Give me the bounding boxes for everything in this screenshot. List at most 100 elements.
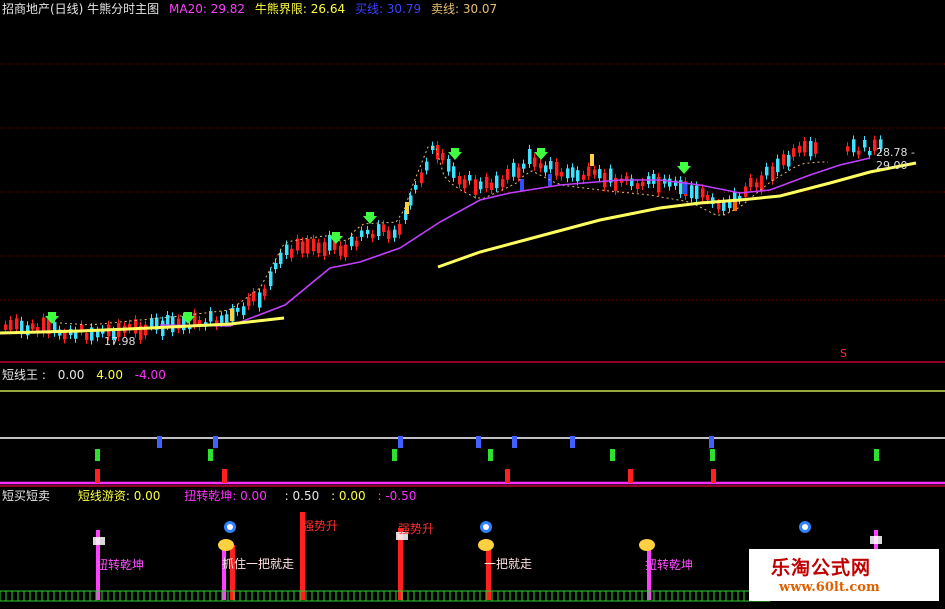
candle-body [258, 292, 262, 308]
candle-body [355, 240, 359, 247]
pane2-blue-mark [157, 436, 162, 448]
candle-body [9, 320, 13, 331]
buy-arrow-icon [677, 162, 691, 174]
watermark-logo: 乐淘公式网 www.60lt.com [749, 549, 939, 601]
candle-body [301, 241, 305, 254]
pane2-value-3: -4.00 [134, 368, 166, 382]
candle-body [809, 140, 813, 157]
candle-body [458, 175, 462, 185]
candle-body [863, 140, 867, 148]
candle-body [63, 332, 67, 340]
candle-body [490, 182, 494, 190]
candle-body [312, 238, 316, 252]
candle-body [463, 179, 467, 189]
pane3-label-1: 短线游资: 0.00 [77, 489, 161, 503]
pane3-value-3: : -0.50 [377, 489, 417, 503]
candle-body [274, 262, 278, 270]
candle-body [522, 163, 526, 169]
pane3-gold-badge [478, 539, 494, 551]
pane2-green-mark [710, 449, 715, 461]
candle-body [798, 145, 802, 153]
candle-body [549, 161, 553, 170]
candle-body [409, 195, 413, 206]
candle-body [393, 229, 397, 238]
high-price-tag: 28.78 - 29.00 [876, 146, 915, 172]
pane3-white-cap [870, 536, 882, 544]
candle-body [387, 230, 391, 240]
candle-body [717, 202, 721, 210]
candle-body [85, 333, 89, 340]
signal-text-6: 一把就走 [484, 557, 533, 571]
pane3-gold-badge [218, 539, 234, 551]
pane2-green-mark [610, 449, 615, 461]
candle-body [323, 242, 327, 257]
candle-body [814, 142, 818, 154]
candle-body [517, 167, 521, 178]
candle-body [269, 271, 273, 287]
candle-body [452, 166, 456, 178]
candle-body [15, 318, 19, 330]
candle-body [360, 230, 364, 237]
pane3-value-2: : 0.00 [331, 489, 366, 503]
buy-arrow-icon [448, 148, 462, 160]
candle-body [339, 245, 343, 256]
pane2-red-mark [628, 469, 633, 483]
candle-body [722, 201, 726, 211]
candlestick-series [4, 135, 883, 345]
pane3-value-1: : 0.50 [284, 489, 320, 503]
candle-body [398, 223, 402, 235]
pane2-red-mark [505, 469, 510, 483]
candle-body [371, 233, 375, 239]
candle-body [652, 173, 656, 184]
pane3-header: 短买短卖 短线游资: 0.00 扭转乾坤: 0.00 : 0.50 : 0.00… [2, 489, 424, 503]
candle-body [306, 238, 310, 254]
pane3-white-cap [93, 537, 105, 545]
candle-body [382, 224, 386, 233]
candle-body [285, 244, 289, 256]
candle-body [495, 175, 499, 189]
candle-body [4, 324, 8, 330]
signal-text-5: 抓住一把就走 [222, 557, 295, 571]
pane3-title: 短买短卖 [2, 489, 51, 503]
candle-body [636, 183, 640, 189]
candle-body [377, 224, 381, 237]
bottom-grid-ticks [0, 591, 769, 601]
candle-body [468, 175, 472, 181]
kline-chart[interactable] [0, 0, 945, 609]
candle-body [544, 165, 548, 173]
candle-body [593, 169, 597, 175]
pane2-blue-mark [570, 436, 575, 448]
candle-body [555, 161, 559, 176]
candle-body [436, 145, 440, 160]
pane2-title: 短线王 : [2, 368, 46, 382]
pane2-header: 短线王 : 0.00 4.00 -4.00 [2, 368, 174, 382]
watermark-site-name: 乐淘公式网 [771, 557, 872, 579]
signal-text-4: 强势升 [398, 522, 435, 536]
candle-body [776, 158, 780, 173]
candle-highlight [405, 202, 409, 214]
candle-body [587, 166, 591, 177]
candle-body [560, 171, 564, 177]
candle-body [252, 291, 256, 302]
candle-body [236, 307, 240, 312]
candle-body [447, 158, 451, 172]
watermark-url: www.60lt.com [779, 580, 880, 595]
signal-text-1: 扭转乾坤 [96, 558, 145, 572]
pane2-green-mark [392, 449, 397, 461]
candle-body [501, 179, 505, 188]
candle-body [803, 140, 807, 153]
candle-body [290, 248, 294, 258]
pane3-red-bar [486, 545, 491, 600]
candle-body [771, 166, 775, 181]
pane2-blue-mark [398, 436, 403, 448]
pane2-blue-mark [213, 436, 218, 448]
candle-highlight [590, 154, 594, 166]
candle-body [846, 146, 850, 152]
candle-body [566, 168, 570, 179]
candle-body [603, 172, 607, 188]
candle-body [598, 169, 602, 179]
candle-body [539, 163, 543, 169]
candle-body [668, 178, 672, 187]
pane2-green-mark [208, 449, 213, 461]
candle-body [760, 175, 764, 191]
